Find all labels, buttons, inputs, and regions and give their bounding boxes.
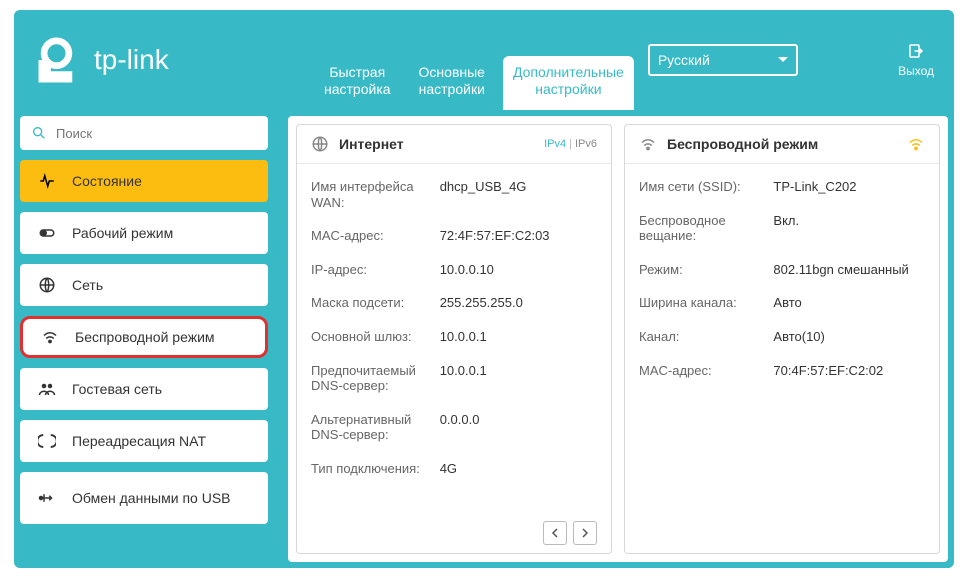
tab-basic[interactable]: Основные настройки [409, 56, 495, 110]
pager-next-button[interactable] [573, 521, 597, 545]
wifi-status-icon [907, 135, 925, 153]
toggle-icon [38, 224, 56, 242]
search-box[interactable] [20, 116, 268, 150]
logo: tp-link [14, 10, 274, 110]
sidebar-item-label: Переадресация NAT [72, 433, 206, 449]
sidebar-item-mode[interactable]: Рабочий режим [20, 212, 268, 254]
sidebar-item-label: Обмен данными по USB [72, 490, 231, 506]
logout-icon [907, 42, 925, 60]
content-area: Интернет IPv4|IPv6 Имя интерфейса WAN:dh… [288, 116, 948, 562]
tab-quick-setup[interactable]: Быстрая настройка [314, 56, 401, 110]
globe-icon [38, 276, 56, 294]
sidebar-item-guest[interactable]: Гостевая сеть [20, 368, 268, 410]
sidebar-item-wireless[interactable]: Беспроводной режим [20, 316, 268, 358]
tplink-logo-icon [34, 33, 88, 87]
globe-icon [311, 135, 329, 153]
card-title: Интернет [339, 136, 404, 152]
sidebar-item-usb[interactable]: Обмен данными по USB [20, 472, 268, 524]
pager-prev-button[interactable] [543, 521, 567, 545]
language-select[interactable]: Русский [648, 44, 798, 76]
topbar: tp-link Быстрая настройка Основные настр… [14, 10, 954, 110]
sidebar-item-label: Беспроводной режим [75, 329, 215, 345]
sidebar-item-label: Гостевая сеть [72, 381, 162, 397]
nat-icon [38, 432, 56, 450]
sidebar-item-nat[interactable]: Переадресация NAT [20, 420, 268, 462]
tab-advanced[interactable]: Дополнительные настройки [503, 56, 634, 110]
sidebar: Состояние Рабочий режим Сеть Беспроводно… [14, 110, 274, 568]
pager [297, 513, 611, 553]
card-wireless: Беспроводной режим Имя сети (SSID):TP-Li… [624, 124, 940, 554]
logout-button[interactable]: Выход [898, 42, 934, 78]
top-tabs: Быстрая настройка Основные настройки Доп… [314, 10, 634, 110]
card-internet: Интернет IPv4|IPv6 Имя интерфейса WAN:dh… [296, 124, 612, 554]
activity-icon [38, 172, 56, 190]
card-title: Беспроводной режим [667, 136, 818, 152]
search-icon [30, 124, 48, 142]
usb-icon [38, 489, 56, 507]
wifi-icon [41, 328, 59, 346]
search-input[interactable] [56, 126, 258, 141]
sidebar-item-label: Сеть [72, 277, 103, 293]
sidebar-item-label: Состояние [72, 173, 142, 189]
sidebar-item-label: Рабочий режим [72, 225, 173, 241]
sidebar-item-status[interactable]: Состояние [20, 160, 268, 202]
wifi-icon [639, 135, 657, 153]
sidebar-item-network[interactable]: Сеть [20, 264, 268, 306]
ipv-toggle[interactable]: IPv4|IPv6 [544, 138, 597, 150]
guests-icon [38, 380, 56, 398]
logout-label: Выход [898, 64, 934, 78]
